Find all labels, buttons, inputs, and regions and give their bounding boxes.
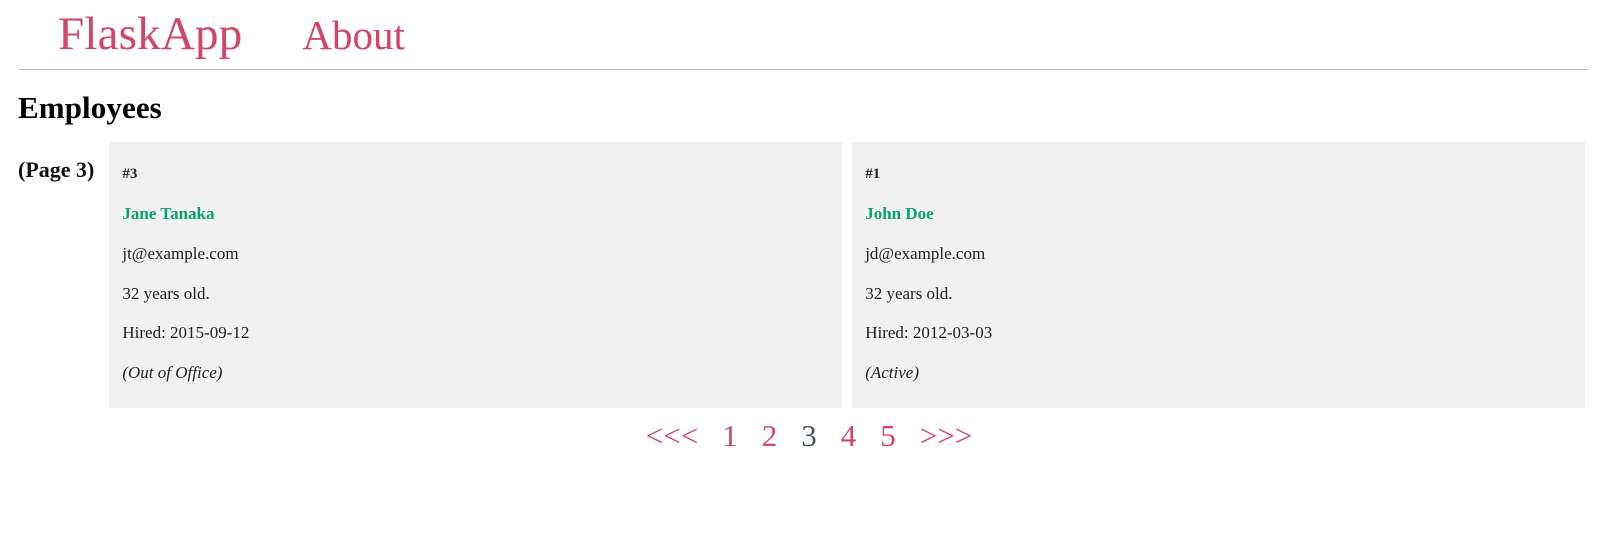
brand-link[interactable]: FlaskApp: [58, 11, 242, 58]
pagination-page-5[interactable]: 5: [880, 420, 896, 451]
pagination-page-1[interactable]: 1: [722, 420, 738, 451]
employee-status: (Active): [865, 362, 919, 382]
employee-card: #1 John Doe jd@example.com 32 years old.…: [852, 142, 1586, 409]
employee-hired-date: Hired: 2015-09-12: [122, 323, 250, 343]
employee-name: John Doe: [865, 204, 934, 224]
pagination-page-2[interactable]: 2: [762, 420, 778, 451]
employee-id: #1: [865, 166, 881, 183]
employee-status: (Out of Office): [122, 362, 223, 382]
nav-link-about[interactable]: About: [302, 15, 405, 56]
pagination-page-3-current: 3: [801, 418, 817, 454]
employees-row: (Page 3) #3 Jane Tanaka jt@example.com 3…: [0, 142, 1598, 409]
pagination-page-4[interactable]: 4: [841, 420, 857, 451]
employee-hired-date: Hired: 2012-03-03: [865, 323, 993, 343]
employee-card: #3 Jane Tanaka jt@example.com 32 years o…: [109, 142, 843, 409]
employee-email: jd@example.com: [865, 243, 986, 263]
page-indicator: (Page 3): [18, 157, 95, 183]
employee-email: jt@example.com: [122, 243, 239, 263]
page-title: Employees: [18, 90, 162, 125]
navbar-divider: [19, 69, 1588, 70]
employee-id: #3: [122, 166, 138, 183]
pagination-prev[interactable]: <<<: [646, 420, 698, 451]
employee-age: 32 years old.: [865, 283, 953, 303]
employee-name: Jane Tanaka: [122, 204, 215, 224]
pagination: <<< 1 2 3 4 5 >>>: [0, 420, 1598, 451]
employee-cards: #3 Jane Tanaka jt@example.com 32 years o…: [109, 142, 1586, 409]
employee-age: 32 years old.: [122, 283, 210, 303]
pagination-next[interactable]: >>>: [920, 420, 972, 451]
navbar: FlaskApp About: [0, 0, 1598, 69]
